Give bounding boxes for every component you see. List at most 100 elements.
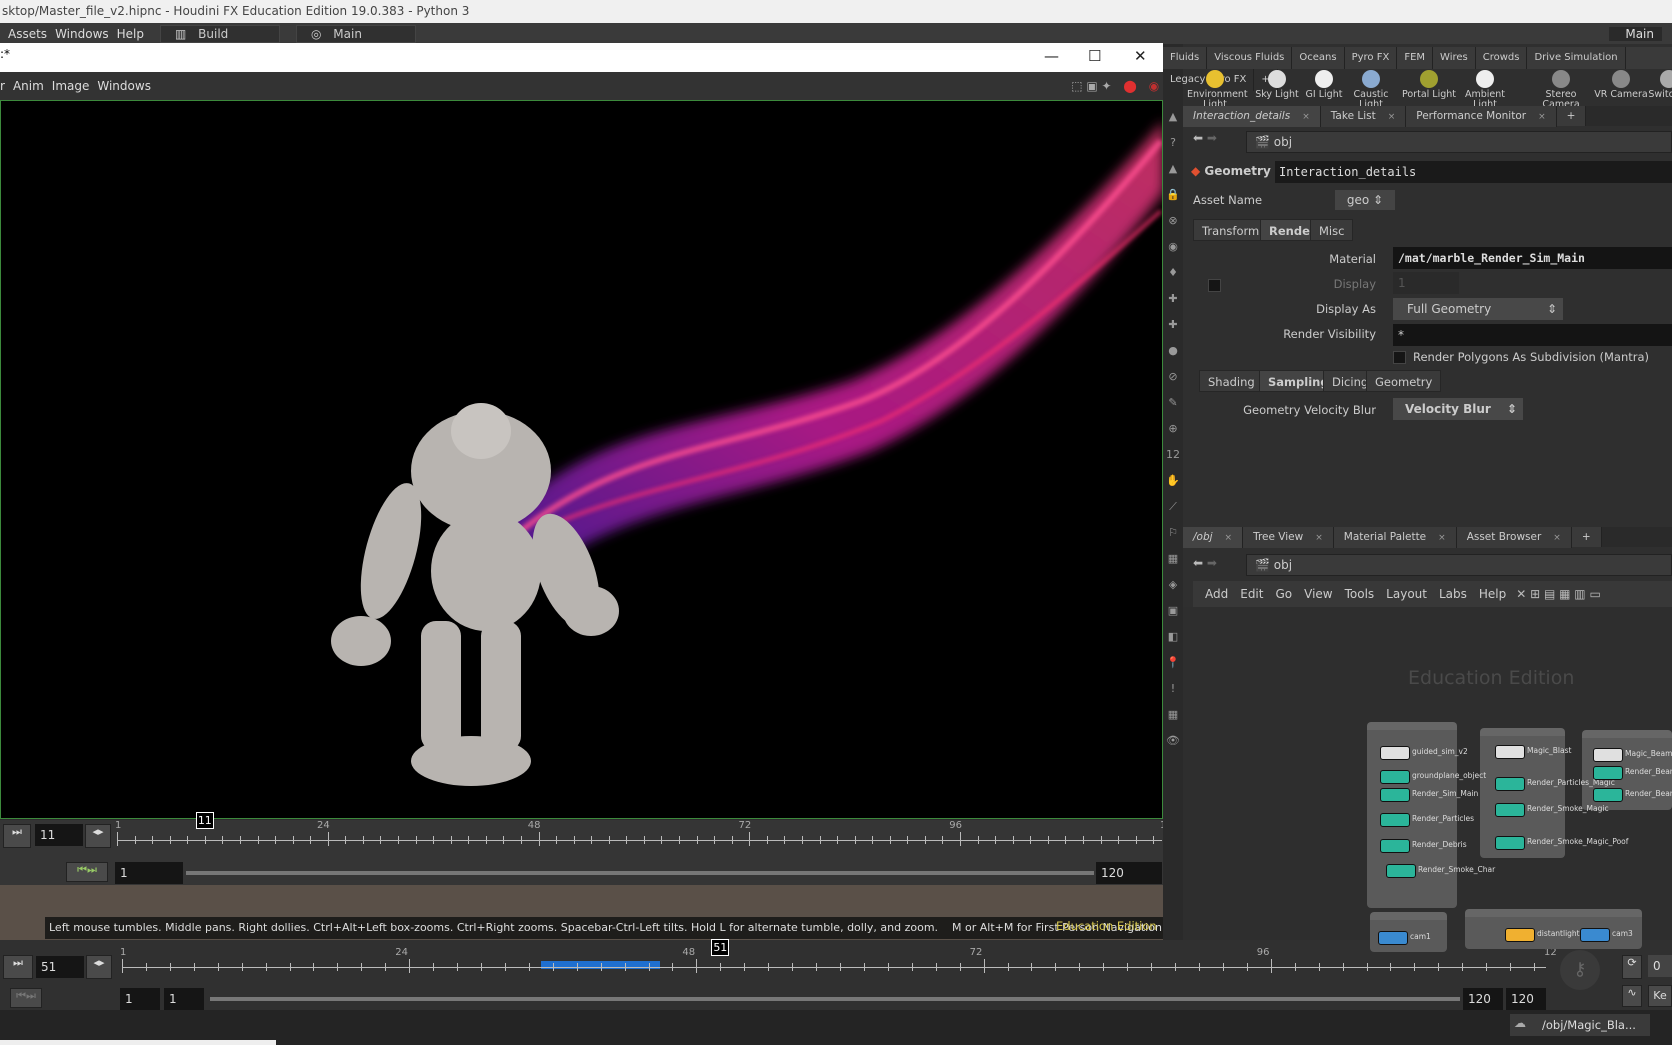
shelf-tab-fem[interactable]: FEM [1397, 47, 1434, 69]
back-forward-icons[interactable]: ⬅ ➡ [1193, 131, 1217, 145]
menu-help[interactable]: Help [117, 27, 144, 41]
menu-anim[interactable]: Anim [13, 79, 44, 93]
network-menu-add[interactable]: Add [1205, 587, 1228, 601]
shelf-tab-pyro-fx[interactable]: Pyro FX [1345, 47, 1398, 69]
network-node[interactable] [1593, 788, 1623, 802]
main-current-frame-field[interactable]: 51 [36, 956, 84, 978]
close-button[interactable]: ✕ [1134, 47, 1147, 65]
main-range-end-a[interactable]: 120 [1463, 988, 1503, 1010]
network-node[interactable] [1380, 746, 1410, 760]
node-name-field[interactable]: Interaction_details [1275, 161, 1672, 183]
tab-shading[interactable]: Shading [1199, 370, 1264, 392]
viewer-side-toolbar[interactable]: ▲? ▲ 🔒 ⊗ ◉ ♦ ✚ ✚ ● ⊘ ✎ ⊕ 12 ✋ ⟋ ⚐ ▦ ◈ ▣ ◧ 📍! ▦ 👁 [1163, 44, 1183, 940]
network-menu-view[interactable]: View [1304, 587, 1332, 601]
network-editor[interactable]: Education Edition guided_sim_v2 groundpla… [1183, 607, 1672, 952]
shelf-tab-oceans[interactable]: Oceans [1292, 47, 1345, 69]
tab-misc[interactable]: Misc [1310, 219, 1354, 241]
network-node[interactable] [1505, 928, 1535, 942]
main-step-buttons[interactable]: ◂▸ [86, 955, 112, 979]
network-node[interactable] [1380, 813, 1410, 827]
tab-performance-monitor[interactable]: Performance Monitor × [1406, 106, 1557, 127]
network-menu-edit[interactable]: Edit [1240, 587, 1263, 601]
play-end-button[interactable]: ⏭ [3, 824, 31, 848]
tab-tree-view[interactable]: Tree View × [1243, 527, 1334, 548]
tab-material-palette[interactable]: Material Palette × [1333, 527, 1457, 548]
floating-window-titlebar[interactable]: :* — ☐ ✕ [0, 43, 1163, 72]
network-node[interactable] [1593, 748, 1623, 762]
network-node[interactable] [1386, 864, 1416, 878]
range-step-buttons[interactable]: ⏮⏭ [66, 862, 108, 882]
status-path[interactable]: /obj/Magic_Bla... [1510, 1014, 1650, 1036]
range-end-field[interactable]: 120 [1096, 862, 1162, 884]
tab-transform[interactable]: Transform [1193, 219, 1269, 241]
cache-icon[interactable]: ⟳ [1622, 955, 1642, 979]
network-menu-labs[interactable]: Labs [1439, 587, 1467, 601]
render-visibility-field[interactable]: * [1393, 324, 1672, 346]
network-node[interactable] [1380, 770, 1410, 784]
shelf-tool-switcher[interactable]: Switcher [1641, 70, 1672, 100]
maximize-button[interactable]: ☐ [1088, 47, 1101, 65]
tab-geometry[interactable]: Geometry [1366, 370, 1442, 392]
minimize-button[interactable]: — [1044, 47, 1059, 65]
asset-name-select[interactable]: geo ⇕ [1335, 190, 1395, 210]
network-menu-layout[interactable]: Layout [1386, 587, 1427, 601]
network-back-forward-icons[interactable]: ⬅ ➡ [1193, 556, 1217, 570]
current-frame-marker[interactable]: 51 [711, 939, 730, 956]
render-viewport[interactable] [0, 100, 1163, 819]
add-network-tab-button[interactable]: + [1571, 527, 1602, 547]
tab-take-list[interactable]: Take List × [1320, 106, 1407, 127]
menu-assets[interactable]: Assets [8, 27, 47, 41]
shelf-tab-fluids[interactable]: Fluids [1163, 47, 1208, 69]
material-field[interactable]: /mat/marble_Render_Sim_Main [1393, 247, 1672, 269]
network-menu-go[interactable]: Go [1275, 587, 1292, 601]
shelf-tab-crowds[interactable]: Crowds [1476, 47, 1528, 69]
network-node[interactable] [1378, 931, 1408, 945]
tab-asset-browser[interactable]: Asset Browser × [1456, 527, 1572, 548]
keys-button[interactable]: Ke [1648, 985, 1672, 1007]
display-field[interactable]: 1 [1393, 272, 1459, 294]
network-node[interactable] [1380, 788, 1410, 802]
main-range-slider[interactable] [210, 997, 1460, 1001]
current-frame-field[interactable]: 11 [35, 824, 83, 846]
shelf-tool-stereo-camera[interactable]: Stereo Camera [1533, 70, 1589, 110]
network-node[interactable] [1495, 836, 1525, 850]
params-path-bar[interactable]: 🎬 obj [1246, 131, 1672, 153]
menu-windows[interactable]: Windows [97, 79, 151, 93]
network-node[interactable] [1495, 745, 1525, 759]
shelf-tab-drive-simulation[interactable]: Drive Simulation [1527, 47, 1626, 69]
shelf-tool-caustic-light[interactable]: Caustic Light [1343, 70, 1399, 110]
network-node[interactable] [1593, 766, 1623, 780]
context-select[interactable]: ◎ Main [296, 24, 416, 43]
desktop-select[interactable]: ▥ Build [160, 24, 280, 43]
graph-icon[interactable]: ∿ [1622, 985, 1642, 1007]
network-node[interactable] [1495, 777, 1525, 791]
tab-interaction-details[interactable]: Interaction_details × [1183, 106, 1321, 127]
right-desktop-select[interactable]: Main [1609, 26, 1662, 41]
viewer-tool-icons[interactable]: ⬚ ▣ ✦ ⬤ ◉ [1071, 79, 1163, 93]
menu-r[interactable]: r [0, 79, 5, 93]
network-menu-tools[interactable]: Tools [1345, 587, 1375, 601]
velocity-blur-select[interactable]: Velocity Blur ⇕ [1393, 398, 1523, 420]
current-frame-marker[interactable]: 11 [195, 812, 214, 829]
range-start-field[interactable]: 1 [115, 862, 183, 884]
network-menu-help[interactable]: Help [1479, 587, 1506, 601]
shelf-tool-portal-light[interactable]: Portal Light [1401, 70, 1457, 100]
main-range-start-a[interactable]: 1 [120, 988, 160, 1010]
menu-windows[interactable]: Windows [55, 27, 109, 41]
display-as-select[interactable]: Full Geometry ⇕ [1393, 298, 1563, 320]
tab-obj[interactable]: /obj × [1183, 527, 1244, 548]
network-path-bar[interactable]: 🎬 obj [1246, 554, 1672, 576]
main-range-start-b[interactable]: 1 [164, 988, 204, 1010]
subdivision-checkbox[interactable] [1393, 351, 1406, 364]
right-value-field[interactable]: 0 [1648, 955, 1672, 977]
network-node[interactable] [1495, 803, 1525, 817]
play-end-button-main[interactable]: ⏭ [3, 955, 33, 979]
add-tab-button[interactable]: + [1556, 106, 1587, 126]
main-range-end-b[interactable]: 120 [1506, 988, 1546, 1010]
frame-ruler[interactable]: 1244872961211 [115, 812, 1173, 860]
main-frame-ruler[interactable]: 1 24 48 72 96 12 51 [120, 939, 1557, 985]
network-node[interactable] [1580, 928, 1610, 942]
menu-image[interactable]: Image [52, 79, 90, 93]
step-buttons[interactable]: ◂▸ [85, 824, 111, 848]
main-range-step-buttons[interactable]: ⏮⏭ [10, 988, 42, 1008]
